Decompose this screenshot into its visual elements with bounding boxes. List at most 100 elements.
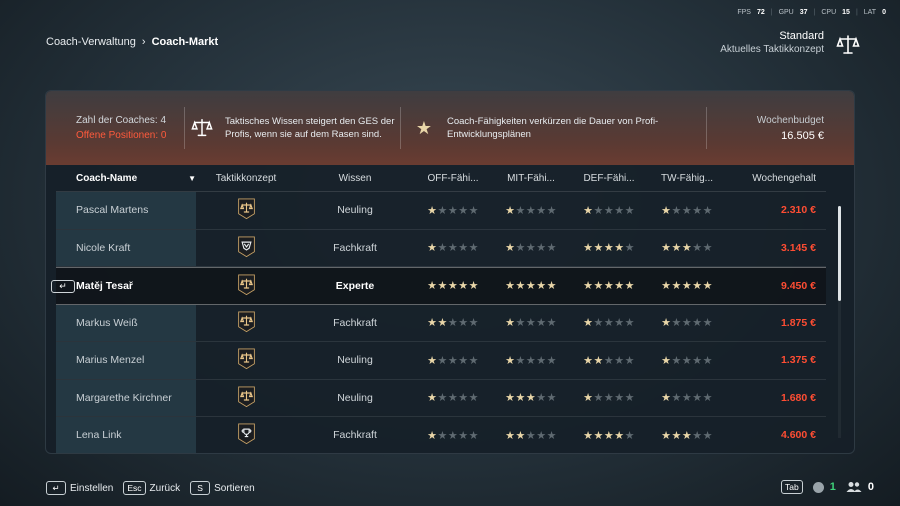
footer-hints: ↵ Einstellen Esc Zurück S Sortieren bbox=[46, 481, 255, 495]
def-rating: ★★★★★ bbox=[570, 204, 648, 217]
budget-label: Wochenbudget bbox=[756, 114, 824, 126]
hint-einstellen[interactable]: ↵ Einstellen bbox=[46, 481, 113, 495]
star-icon: ★ bbox=[525, 204, 537, 217]
star-icon: ★ bbox=[614, 429, 625, 442]
off-rating: ★★★★★ bbox=[414, 279, 492, 292]
tactics-tip-text: Taktisches Wissen steigert den GES der P… bbox=[225, 116, 395, 140]
friends-count: 0 bbox=[867, 481, 874, 493]
star-icon: ★ bbox=[692, 392, 703, 405]
perf-divider: | bbox=[855, 9, 858, 16]
column-header-def[interactable]: DEF-Fähi... bbox=[570, 173, 648, 184]
star-icon: ★ bbox=[661, 204, 672, 217]
star-icon: ★ bbox=[427, 429, 438, 442]
scrollbar-thumb[interactable] bbox=[838, 206, 841, 301]
knowledge-level: Neuling bbox=[337, 354, 373, 367]
column-header-knowledge[interactable]: Wissen bbox=[296, 173, 414, 184]
tw-rating: ★★★★★ bbox=[648, 391, 726, 404]
weekly-salary: 2.310 € bbox=[780, 204, 816, 217]
enter-key-icon: ↵ bbox=[51, 280, 75, 293]
star-icon: ★ bbox=[447, 354, 459, 367]
breadcrumb-parent[interactable]: Coach-Verwaltung bbox=[46, 36, 136, 48]
tab-key-icon[interactable]: Tab bbox=[781, 480, 803, 494]
cpu-value: 15 bbox=[842, 9, 850, 16]
star-icon: ★ bbox=[583, 317, 594, 330]
online-icon bbox=[812, 481, 824, 493]
hint-zurueck[interactable]: Esc Zurück bbox=[123, 481, 180, 495]
star-icon: ★ bbox=[583, 242, 594, 255]
tactic-name: Standard bbox=[779, 30, 824, 42]
star-icon: ★ bbox=[515, 280, 526, 293]
off-rating: ★★★★★ bbox=[414, 429, 492, 442]
star-icon: ★ bbox=[692, 354, 703, 367]
tw-rating: ★★★★★ bbox=[648, 241, 726, 254]
star-icon: ★ bbox=[681, 204, 693, 217]
star-icon: ★ bbox=[468, 317, 479, 330]
star-icon: ★ bbox=[671, 317, 682, 330]
table-row[interactable]: Marius Menzel Neuling ★★★★★ ★★★★★ ★★★★★ ★★★★★… bbox=[56, 342, 826, 380]
tactic-summary: Standard Aktuelles Taktikkonzept bbox=[720, 30, 824, 55]
star-icon: ★ bbox=[624, 317, 635, 330]
star-icon: ★ bbox=[583, 204, 594, 217]
star-icon: ★ bbox=[692, 242, 703, 255]
star-icon: ★ bbox=[515, 354, 526, 367]
star-icon: ★ bbox=[468, 354, 479, 367]
coach-name: Margarethe Kirchner bbox=[56, 379, 196, 416]
star-icon: ★ bbox=[671, 392, 682, 405]
star-icon: ★ bbox=[458, 204, 469, 217]
star-icon: ★ bbox=[536, 317, 547, 330]
star-icon: ★ bbox=[525, 354, 537, 367]
star-icon: ★ bbox=[593, 242, 604, 255]
star-icon: ★ bbox=[583, 429, 594, 442]
star-icon: ★ bbox=[515, 392, 526, 405]
star-icon: ★ bbox=[468, 280, 479, 293]
star-icon: ★ bbox=[505, 429, 516, 442]
perf-divider: | bbox=[813, 9, 816, 16]
online-count: 1 bbox=[829, 481, 836, 493]
coach-count: Zahl der Coaches: 4 bbox=[76, 115, 167, 126]
star-icon: ★ bbox=[536, 204, 547, 217]
tw-rating: ★★★★★ bbox=[648, 316, 726, 329]
enter-key-icon: ↵ bbox=[46, 481, 66, 495]
column-header-tactic[interactable]: Taktikkonzept bbox=[196, 173, 296, 184]
star-icon: ★ bbox=[427, 204, 438, 217]
star-icon: ★ bbox=[702, 204, 713, 217]
trophy-icon bbox=[196, 422, 296, 448]
weekly-salary: 9.450 € bbox=[780, 279, 816, 292]
knowledge-level: Fachkraft bbox=[333, 241, 377, 254]
star-icon: ★ bbox=[624, 354, 635, 367]
star-icon: ★ bbox=[505, 242, 516, 255]
table-row[interactable]: Matěj Tesař ↵ Experte ★★★★★ ★★★★★ ★★★★★ ★★★★★ 9… bbox=[51, 267, 826, 305]
performance-overlay: FPS 72 | GPU 37 | CPU 15 | LAT 0 bbox=[737, 9, 886, 16]
star-icon: ★ bbox=[702, 392, 713, 405]
sort-down-icon: ▼ bbox=[188, 173, 196, 183]
hint-sortieren[interactable]: S Sortieren bbox=[190, 481, 255, 495]
column-header-mit[interactable]: MIT-Fähi... bbox=[492, 173, 570, 184]
mit-rating: ★★★★★ bbox=[492, 354, 570, 367]
star-icon: ★ bbox=[624, 242, 635, 255]
star-icon: ★ bbox=[515, 429, 526, 442]
star-icon: ★ bbox=[536, 429, 547, 442]
table-row[interactable]: Markus Weiß Fachkraft ★★★★★ ★★★★★ ★★★★★ ★★★★★… bbox=[56, 304, 826, 342]
table-row[interactable]: Nicole Kraft Fachkraft ★★★★★ ★★★★★ ★★★★★ ★★★★… bbox=[56, 229, 826, 267]
star-icon: ★ bbox=[525, 242, 537, 255]
table-row[interactable]: Margarethe Kirchner Neuling ★★★★★ ★★★★★ ★★★★… bbox=[56, 379, 826, 417]
column-header-off[interactable]: OFF-Fähi... bbox=[414, 173, 492, 184]
column-header-name-label: Coach-Name bbox=[76, 172, 138, 184]
off-rating: ★★★★★ bbox=[414, 241, 492, 254]
star-icon: ★ bbox=[661, 392, 672, 405]
table-row[interactable]: Pascal Martens Neuling ★★★★★ ★★★★★ ★★★★★ ★★★★… bbox=[56, 192, 826, 230]
star-icon: ★ bbox=[593, 429, 604, 442]
friends-icon bbox=[846, 482, 862, 492]
column-header-salary[interactable]: Wochengehalt bbox=[726, 173, 822, 184]
star-icon: ★ bbox=[468, 429, 479, 442]
star-icon: ★ bbox=[437, 429, 448, 442]
scrollbar[interactable] bbox=[838, 206, 841, 438]
star-icon: ★ bbox=[681, 317, 693, 330]
star-icon: ★ bbox=[447, 429, 459, 442]
tw-rating: ★★★★★ bbox=[648, 354, 726, 367]
table-row[interactable]: Lena Link Fachkraft ★★★★★ ★★★★★ ★★★★★ ★★★★★ 4.… bbox=[56, 417, 826, 453]
column-header-tw[interactable]: TW-Fähig... bbox=[648, 173, 726, 184]
column-header-name[interactable]: Coach-Name ▼ bbox=[56, 173, 196, 184]
star-icon: ★ bbox=[702, 242, 713, 255]
star-icon: ★ bbox=[427, 242, 438, 255]
